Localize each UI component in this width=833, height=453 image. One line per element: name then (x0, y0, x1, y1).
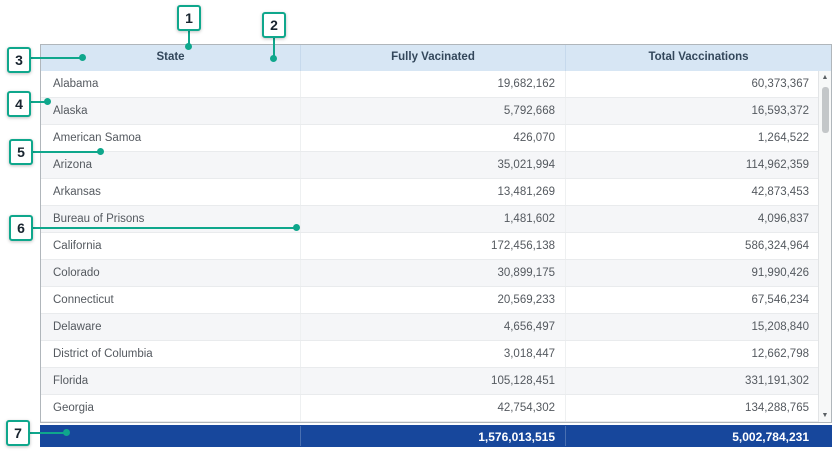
state-cell: California (41, 233, 301, 259)
state-cell: Alaska (41, 98, 301, 124)
screenshot-page: State Fully Vacinated Total Vaccinations… (0, 0, 833, 453)
table-row[interactable]: Colorado 30,899,175 91,990,426 (41, 260, 831, 287)
state-cell: Colorado (41, 260, 301, 286)
fully-vaccinated-cell: 3,018,447 (301, 341, 566, 367)
fully-vaccinated-cell: 42,754,302 (301, 395, 566, 421)
callout-3-number: 3 (15, 52, 23, 68)
callout-7-number: 7 (14, 425, 22, 441)
fully-vaccinated-cell: 5,792,668 (301, 98, 566, 124)
total-vaccinations-cell: 1,264,522 (566, 125, 831, 151)
total-vaccinations-cell: 586,324,964 (566, 233, 831, 259)
data-table: State Fully Vacinated Total Vaccinations… (40, 44, 832, 447)
callout-4: 4 (7, 91, 31, 117)
table-row[interactable]: California 172,456,138 586,324,964 (41, 233, 831, 260)
callout-1: 1 (177, 5, 201, 31)
table-row[interactable]: Georgia 42,754,302 134,288,765 (41, 395, 831, 422)
fully-vaccinated-cell: 426,070 (301, 125, 566, 151)
total-vaccinations-cell: 16,593,372 (566, 98, 831, 124)
total-vaccinations-cell: 60,373,367 (566, 71, 831, 97)
callout-5: 5 (9, 139, 33, 165)
state-cell: Delaware (41, 314, 301, 340)
state-cell: Arkansas (41, 179, 301, 205)
callout-2-dot (270, 55, 277, 62)
table-row[interactable]: Arkansas 13,481,269 42,873,453 (41, 179, 831, 206)
table-header-row: State Fully Vacinated Total Vaccinations (41, 45, 831, 71)
state-cell: Florida (41, 368, 301, 394)
total-vaccinations-cell: 67,546,234 (566, 287, 831, 313)
scroll-up-icon[interactable]: ▲ (819, 71, 831, 84)
callout-7-line (30, 432, 65, 434)
callout-6: 6 (9, 215, 33, 241)
callout-5-dot (97, 148, 104, 155)
fully-vaccinated-cell: 35,021,994 (301, 152, 566, 178)
fully-vaccinated-cell: 4,656,497 (301, 314, 566, 340)
fully-vaccinated-cell: 13,481,269 (301, 179, 566, 205)
total-vaccinations-cell: 4,096,837 (566, 206, 831, 232)
table-row[interactable]: American Samoa 426,070 1,264,522 (41, 125, 831, 152)
callout-3-dot (79, 54, 86, 61)
state-cell: Georgia (41, 395, 301, 421)
table-row[interactable]: Connecticut 20,569,233 67,546,234 (41, 287, 831, 314)
table-row[interactable]: Arizona 35,021,994 114,962,359 (41, 152, 831, 179)
table-row[interactable]: District of Columbia 3,018,447 12,662,79… (41, 341, 831, 368)
total-vaccinations-cell: 114,962,359 (566, 152, 831, 178)
table-grid: State Fully Vacinated Total Vaccinations… (40, 44, 832, 423)
table-row[interactable]: Florida 105,128,451 331,191,302 (41, 368, 831, 395)
totals-state-cell (41, 426, 301, 446)
scroll-down-icon[interactable]: ▼ (819, 409, 831, 422)
table-body: Alabama 19,682,162 60,373,367 Alaska 5,7… (41, 71, 831, 422)
callout-1-dot (185, 43, 192, 50)
callout-1-number: 1 (185, 10, 193, 26)
state-cell: District of Columbia (41, 341, 301, 367)
callout-3: 3 (7, 47, 31, 73)
total-vaccinations-cell: 331,191,302 (566, 368, 831, 394)
total-vaccinations-cell: 12,662,798 (566, 341, 831, 367)
callout-6-number: 6 (17, 220, 25, 236)
callout-6-dot (293, 224, 300, 231)
fully-vaccinated-cell: 105,128,451 (301, 368, 566, 394)
fully-vaccinated-cell: 1,481,602 (301, 206, 566, 232)
vertical-scrollbar[interactable]: ▲ ▼ (818, 71, 831, 422)
fully-vaccinated-cell: 19,682,162 (301, 71, 566, 97)
fully-vaccinated-cell: 172,456,138 (301, 233, 566, 259)
scrollbar-thumb[interactable] (822, 87, 829, 133)
table-row[interactable]: Alaska 5,792,668 16,593,372 (41, 98, 831, 125)
fully-vaccinated-cell: 30,899,175 (301, 260, 566, 286)
callout-7: 7 (6, 420, 30, 446)
callout-5-line (33, 151, 99, 153)
callout-4-dot (44, 98, 51, 105)
column-header-total-vaccinations[interactable]: Total Vaccinations (566, 45, 831, 71)
callout-3-line (31, 57, 81, 59)
total-vaccinations-cell: 15,208,840 (566, 314, 831, 340)
fully-vaccinated-cell: 20,569,233 (301, 287, 566, 313)
totals-fully-vaccinated-cell: 1,576,013,515 (301, 426, 566, 446)
state-cell: Arizona (41, 152, 301, 178)
total-vaccinations-cell: 134,288,765 (566, 395, 831, 421)
table-row[interactable]: Delaware 4,656,497 15,208,840 (41, 314, 831, 341)
state-cell: American Samoa (41, 125, 301, 151)
callout-4-number: 4 (15, 96, 23, 112)
totals-row: 1,576,013,515 5,002,784,231 (40, 425, 832, 447)
total-vaccinations-cell: 91,990,426 (566, 260, 831, 286)
table-row[interactable]: Alabama 19,682,162 60,373,367 (41, 71, 831, 98)
callout-6-line (33, 227, 295, 229)
column-header-fully-vaccinated[interactable]: Fully Vacinated (301, 45, 566, 71)
totals-total-vaccinations-cell: 5,002,784,231 (566, 426, 831, 446)
total-vaccinations-cell: 42,873,453 (566, 179, 831, 205)
callout-5-number: 5 (17, 144, 25, 160)
callout-2: 2 (262, 12, 286, 38)
state-cell: Alabama (41, 71, 301, 97)
callout-7-dot (63, 429, 70, 436)
callout-2-number: 2 (270, 17, 278, 33)
state-cell: Connecticut (41, 287, 301, 313)
